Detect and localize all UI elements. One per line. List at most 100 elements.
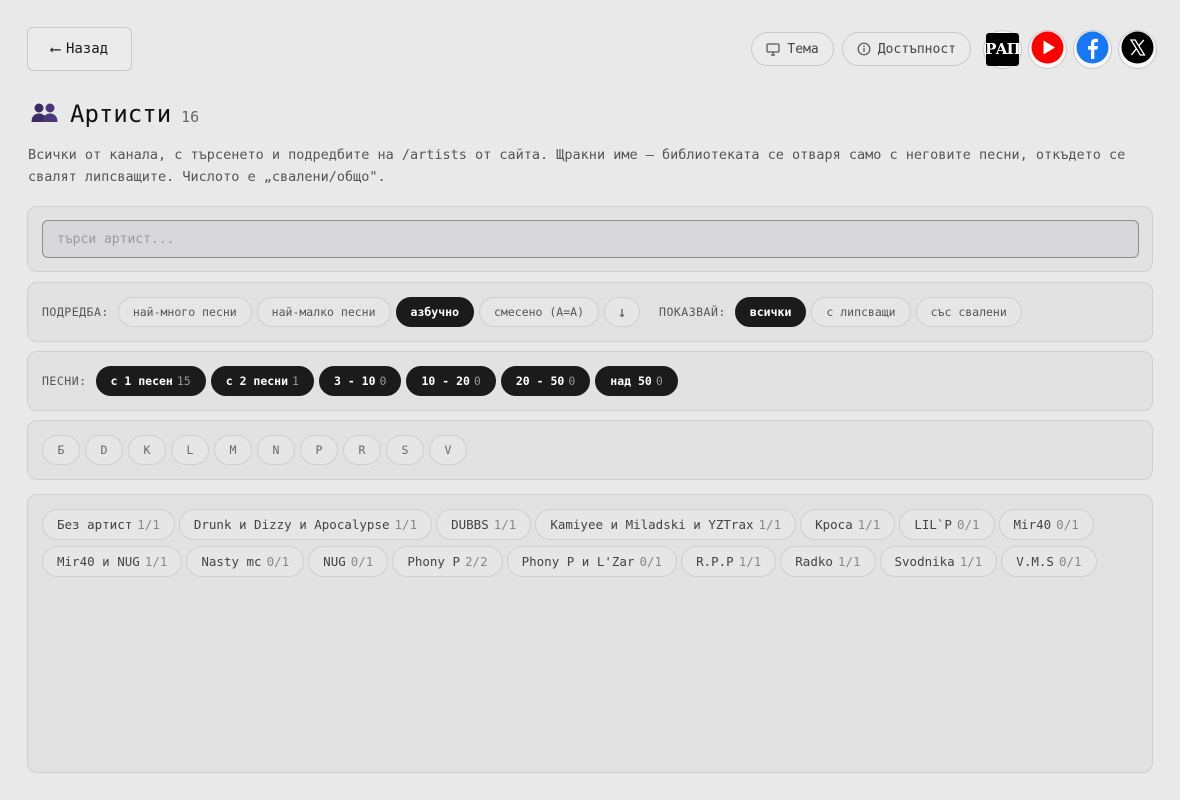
artist-count: 1/1 [857, 517, 881, 532]
artist-name: Mir40 [1013, 517, 1052, 532]
artist-name: NUG [323, 554, 346, 569]
artist-name: Kpoca [815, 517, 853, 532]
artist-name: Svodnika [894, 554, 955, 569]
youtube-link[interactable] [1028, 29, 1067, 69]
artist-name: Kamiyee и Miladski и YZTrax [550, 517, 754, 532]
letter-filter[interactable]: P [300, 435, 338, 465]
theme-label: Тема [787, 41, 819, 57]
facebook-link[interactable] [1073, 29, 1112, 69]
songs-filter-count: 0 [655, 374, 663, 388]
songs-filter-count: 1 [292, 374, 299, 388]
artist-count: 1/1 [394, 517, 418, 532]
artist-name: Nasty mc [201, 554, 262, 569]
songs-filter-10-20[interactable]: 10 - 20 0 [406, 366, 496, 396]
songs-filter-count: 0 [379, 374, 387, 388]
songs-filter-20-50[interactable]: 20 - 50 0 [500, 366, 591, 396]
facebook-icon [1076, 31, 1109, 68]
artist-count: 1/1 [144, 554, 168, 569]
songs-filter-over-50[interactable]: над 50 0 [595, 366, 678, 396]
letter-filter[interactable]: V [429, 435, 467, 465]
songs-filter-1[interactable]: с 1 песен 15 [95, 366, 206, 396]
rap-logo: РАП [985, 32, 1021, 66]
songs-filter-label: над 50 [610, 374, 652, 388]
songs-filter-count: 0 [473, 374, 481, 388]
letter-filter[interactable]: S [386, 435, 424, 465]
sort-alphabetical[interactable]: азбучно [395, 297, 474, 327]
songs-filter-2[interactable]: с 2 песни 1 [210, 366, 314, 396]
songs-filter-label: 20 - 50 [515, 374, 565, 388]
artist-count: 1/1 [837, 554, 861, 569]
page-header: Артисти 16 [30, 100, 199, 128]
page-description: Всички от канала, с търсенето и подредби… [28, 147, 1126, 185]
artist-item[interactable]: LIL`P 0/1 [899, 509, 995, 540]
show-all[interactable]: всички [734, 297, 807, 327]
top-bar: ⟵ Назад Тема Достъпност РАП [27, 27, 1157, 71]
back-button-label: Назад [65, 41, 109, 57]
artist-item[interactable]: Phony P 2/2 [392, 546, 503, 577]
letter-filter[interactable]: N [257, 435, 295, 465]
artist-name: Drunk и Dizzy и Apocalypse [193, 517, 390, 532]
page-title: Артисти [70, 100, 172, 128]
artist-item[interactable]: Без артист 1/1 [42, 509, 175, 540]
arrow-left-icon: ⟵ [50, 40, 60, 58]
sort-mixed[interactable]: смесено (А=А) [479, 297, 600, 327]
letter-filter[interactable]: K [128, 435, 166, 465]
artist-name: Без артист [57, 517, 133, 532]
artist-item[interactable]: Kpoca 1/1 [800, 509, 896, 540]
artist-count: 1/1 [959, 554, 983, 569]
artist-item[interactable]: Radko 1/1 [780, 546, 876, 577]
artist-item[interactable]: Mir40 и NUG 1/1 [42, 546, 183, 577]
rap-logo-link[interactable]: РАП [983, 29, 1022, 69]
monitor-icon [766, 42, 781, 56]
sort-direction-button[interactable]: ↓ [604, 297, 641, 327]
sort-least-songs[interactable]: най-малко песни [256, 297, 391, 327]
artist-item[interactable]: R.P.P 1/1 [681, 546, 777, 577]
x-link[interactable] [1118, 29, 1157, 69]
artist-item[interactable]: Phony P и L'Zar 0/1 [506, 546, 678, 577]
search-input[interactable] [42, 220, 1139, 258]
songs-filter-panel: ПЕСНИ: с 1 песен 15 с 2 песни 1 3 - 10 0 10… [27, 351, 1153, 411]
accessibility-label: Достъпност [877, 41, 956, 57]
artist-count: 0/1 [1058, 554, 1082, 569]
artist-count: 2/2 [465, 554, 488, 569]
artist-count: 1/1 [137, 517, 160, 532]
artist-item[interactable]: V.M.S 0/1 [1001, 546, 1097, 577]
artist-item[interactable]: Svodnika 1/1 [879, 546, 998, 577]
songs-filter-count: 15 [176, 374, 191, 388]
artist-name: DUBBS [451, 517, 489, 532]
artist-item[interactable]: Mir40 0/1 [998, 509, 1094, 540]
back-button[interactable]: ⟵ Назад [27, 27, 132, 71]
artist-name: Phony P [407, 554, 461, 569]
letter-filter[interactable]: M [214, 435, 252, 465]
artist-item[interactable]: Kamiyee и Miladski и YZTrax 1/1 [535, 509, 797, 540]
social-links: РАП [983, 29, 1157, 69]
artist-item[interactable]: Nasty mc 0/1 [186, 546, 305, 577]
show-downloaded[interactable]: със свалени [915, 297, 1022, 327]
accessibility-button[interactable]: Достъпност [841, 32, 971, 66]
arrow-down-icon: ↓ [617, 303, 627, 321]
letter-filter[interactable]: R [343, 435, 381, 465]
artist-name: Phony P и L'Zar [521, 554, 635, 569]
artist-name: V.M.S [1016, 554, 1054, 569]
songs-filter-3-10[interactable]: 3 - 10 0 [318, 366, 402, 396]
artist-item[interactable]: DUBBS 1/1 [436, 509, 532, 540]
theme-button[interactable]: Тема [751, 32, 834, 66]
artist-name: R.P.P [696, 554, 734, 569]
letter-filter[interactable]: Б [42, 435, 80, 465]
songs-filter-count: 0 [568, 374, 576, 388]
artist-count: 1/1 [758, 517, 782, 532]
people-icon [30, 101, 60, 127]
show-label: ПОКАЗВАЙ: [659, 305, 726, 319]
letter-filter[interactable]: L [171, 435, 209, 465]
artist-count: 0/1 [956, 517, 980, 532]
sort-panel: ПОДРЕДБА: най-много песни най-малко песн… [27, 282, 1153, 342]
artist-name: LIL`P [914, 517, 952, 532]
info-icon [857, 42, 871, 56]
artist-count: 1/1 [738, 554, 762, 569]
x-icon [1121, 31, 1154, 68]
artist-item[interactable]: Drunk и Dizzy и Apocalypse 1/1 [178, 509, 433, 540]
show-missing[interactable]: с липсващи [811, 297, 911, 327]
artist-item[interactable]: NUG 0/1 [308, 546, 389, 577]
letter-filter[interactable]: D [85, 435, 123, 465]
sort-most-songs[interactable]: най-много песни [117, 297, 252, 327]
